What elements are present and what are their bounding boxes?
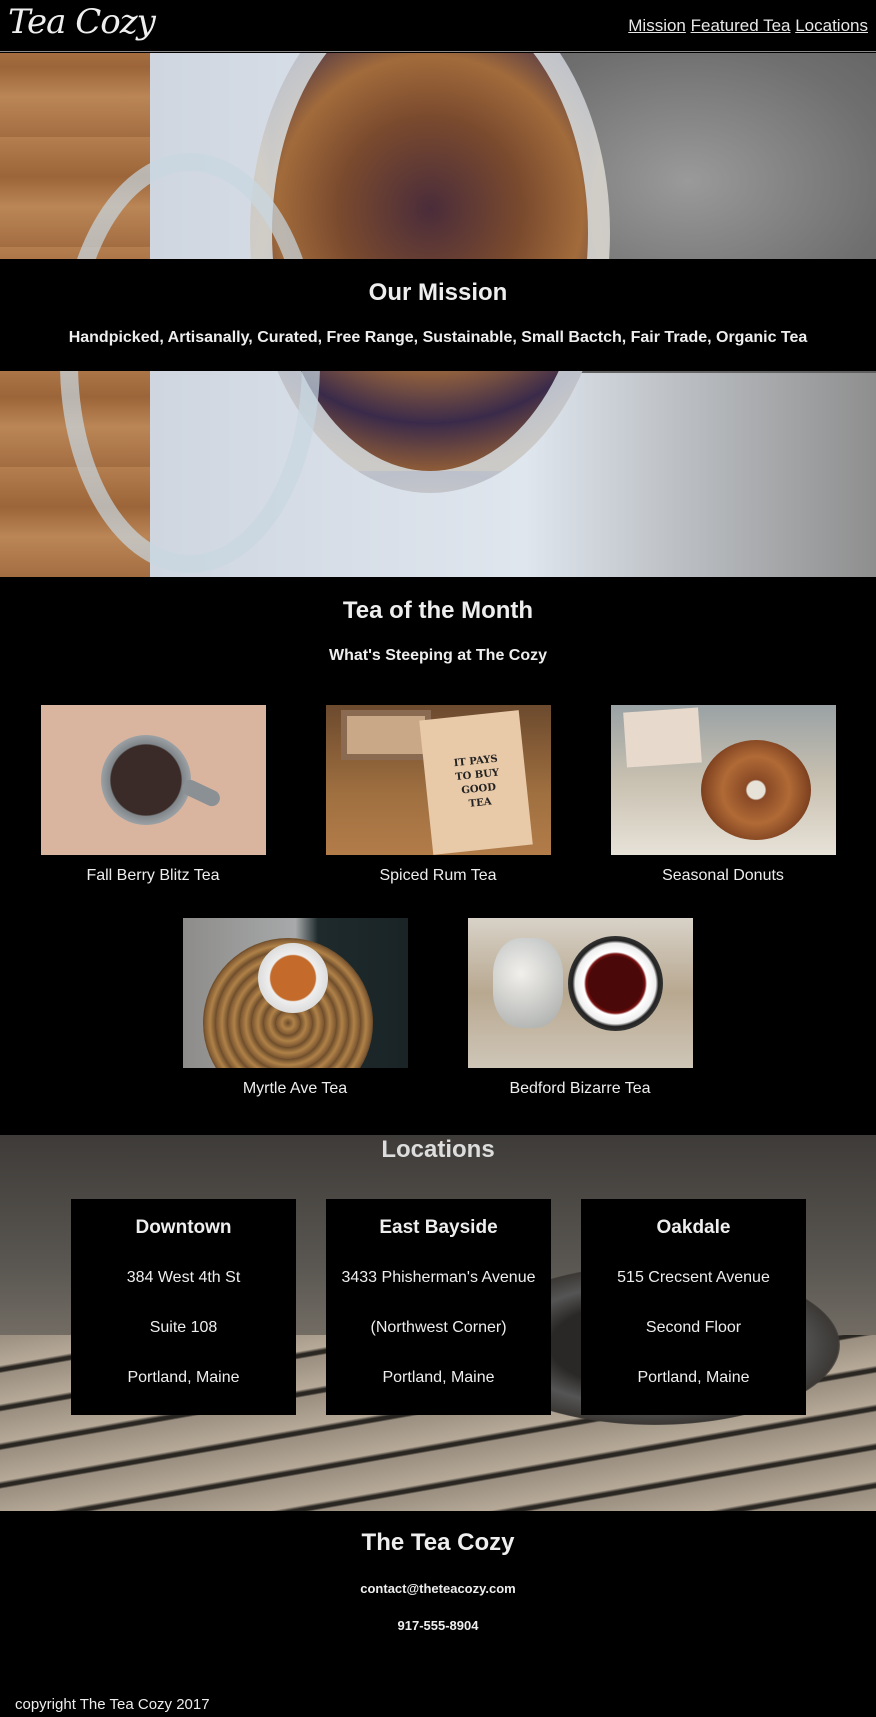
mission-band: Our Mission Handpicked, Artisanally, Cur…: [0, 259, 876, 371]
location-address-line: 384 West 4th St: [126, 1269, 241, 1286]
locations-section: Locations Downtown 384 West 4th St Suite…: [0, 1135, 876, 1511]
tea-image: [182, 918, 408, 1068]
location-card-downtown: Downtown 384 West 4th St Suite 108 Portl…: [71, 1199, 296, 1415]
tea-item-seasonal-donuts[interactable]: Seasonal Donuts: [610, 705, 836, 885]
tea-item-spiced-rum[interactable]: IT PAYS TO BUY GOOD TEA Spiced Rum Tea: [325, 705, 551, 885]
tea-item-fall-berry[interactable]: Fall Berry Blitz Tea: [40, 705, 266, 885]
tea-label: Spiced Rum Tea: [379, 867, 497, 884]
tea-image: IT PAYS TO BUY GOOD TEA: [325, 705, 551, 855]
totm-title: Tea of the Month: [342, 597, 534, 624]
tea-image: [467, 918, 693, 1068]
footer-email: contact@theteacozy.com: [360, 1581, 516, 1596]
tea-cup-image: [100, 735, 191, 825]
totm-subtitle: What's Steeping at The Cozy: [328, 647, 548, 664]
nav-link-featured-tea[interactable]: Featured Tea: [691, 16, 791, 35]
kettle-image: [492, 938, 563, 1028]
location-address-line: Portland, Maine: [637, 1369, 750, 1386]
tea-label: Seasonal Donuts: [662, 867, 784, 884]
footer-phone: 917-555-8904: [397, 1618, 479, 1633]
mission-title: Our Mission: [368, 279, 508, 306]
site-footer: The Tea Cozy contact@theteacozy.com 917-…: [0, 1511, 876, 1717]
card-image: [622, 707, 702, 768]
location-address-line: Portland, Maine: [127, 1369, 240, 1386]
location-address-line: Second Floor: [645, 1319, 742, 1336]
tray-image: [340, 710, 431, 760]
tea-label: Bedford Bizarre Tea: [509, 1080, 651, 1097]
location-card-oakdale: Oakdale 515 Crecsent Avenue Second Floor…: [581, 1199, 806, 1415]
site-logo[interactable]: Tea Cozy: [8, 2, 156, 42]
footer-copyright: copyright The Tea Cozy 2017: [15, 1696, 210, 1713]
tea-label: Myrtle Ave Tea: [242, 1080, 348, 1097]
location-address-line: (Northwest Corner): [370, 1319, 507, 1336]
tea-of-the-month-section: Tea of the Month What's Steeping at The …: [0, 577, 876, 1135]
mission-text: Handpicked, Artisanally, Curated, Free R…: [68, 329, 808, 346]
footer-title: The Tea Cozy: [361, 1529, 515, 1556]
location-name: Oakdale: [656, 1217, 731, 1238]
location-name: Downtown: [135, 1217, 232, 1238]
location-address-line: Suite 108: [149, 1319, 218, 1336]
tea-item-myrtle-ave[interactable]: Myrtle Ave Tea: [182, 918, 408, 1098]
main-nav: Mission Featured Tea Locations: [628, 16, 868, 36]
tea-image: [610, 705, 836, 855]
tea-label: Fall Berry Blitz Tea: [86, 867, 220, 884]
location-address-line: 3433 Phisherman's Avenue: [341, 1269, 536, 1286]
location-name: East Bayside: [379, 1217, 498, 1238]
mission-hero: Our Mission Handpicked, Artisanally, Cur…: [0, 53, 876, 577]
site-header: Tea Cozy Mission Featured Tea Locations: [0, 0, 876, 52]
nav-link-mission[interactable]: Mission: [628, 16, 686, 35]
donut-image: [700, 740, 811, 840]
location-address-line: Portland, Maine: [382, 1369, 495, 1386]
tea-cup-image: [257, 943, 328, 1013]
location-card-east-bayside: East Bayside 3433 Phisherman's Avenue (N…: [326, 1199, 551, 1415]
tea-item-bedford-bizarre[interactable]: Bedford Bizarre Tea: [467, 918, 693, 1098]
cup-handle-image: [178, 777, 223, 809]
tea-image: [40, 705, 266, 855]
tea-box-image: IT PAYS TO BUY GOOD TEA: [418, 710, 533, 855]
tea-cup-image: [567, 936, 663, 1031]
locations-title: Locations: [381, 1136, 495, 1163]
location-address-line: 515 Crecsent Avenue: [617, 1269, 770, 1286]
nav-link-locations[interactable]: Locations: [795, 16, 868, 35]
box-text: IT PAYS TO BUY GOOD TEA: [452, 753, 500, 810]
